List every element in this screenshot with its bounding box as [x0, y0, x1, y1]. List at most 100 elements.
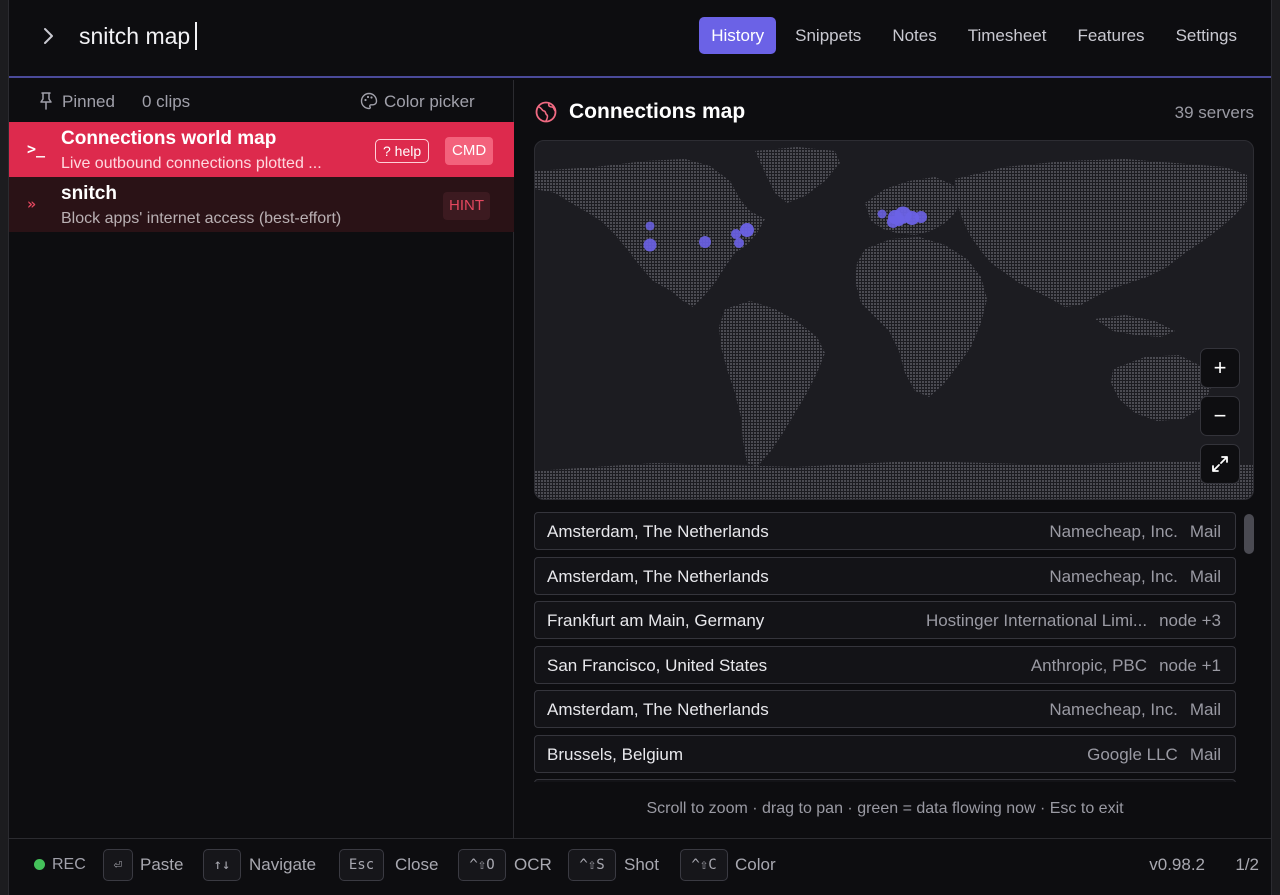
- connection-meta: Anthropic, PBC node +1: [1031, 656, 1221, 676]
- page-indicator: 1/2: [1235, 855, 1259, 874]
- recording-indicator-icon: [34, 859, 45, 870]
- color-picker-button[interactable]: Color picker: [384, 92, 475, 112]
- results-header: Pinned 0 clips Color picker: [9, 80, 513, 122]
- result-subtitle: Live outbound connections plotted ...: [61, 155, 322, 172]
- color-key: ^⇧C: [680, 849, 728, 881]
- connection-row[interactable]: Amsterdam, The Netherlands Namecheap, In…: [534, 512, 1236, 550]
- connection-row[interactable]: Brussels, Belgium Google LLC Mail: [534, 735, 1236, 773]
- connection-location: Amsterdam, The Netherlands: [547, 522, 769, 541]
- continents: [535, 147, 1253, 499]
- expand-icon: [1212, 456, 1228, 472]
- world-map[interactable]: + −: [534, 140, 1254, 500]
- launcher-window: History Snippets Notes Timesheet Feature…: [8, 0, 1272, 895]
- connection-row[interactable]: San Francisco, United States Anthropic, …: [534, 646, 1236, 684]
- connection-app: Mail: [1189, 700, 1221, 719]
- continent-australia: [1111, 355, 1211, 421]
- zoom-out-button[interactable]: −: [1200, 396, 1240, 436]
- connections-list[interactable]: Amsterdam, The Netherlands Namecheap, In…: [534, 512, 1238, 782]
- background-strip-left: [0, 0, 8, 895]
- continent-greenland: [755, 147, 840, 203]
- point-vienna: [915, 211, 927, 223]
- connection-row[interactable]: Frankfurt am Main, Germany Hostinger Int…: [534, 601, 1236, 639]
- connection-meta: Hostinger International Limi... node +3: [926, 611, 1221, 631]
- point-chicago: [699, 236, 711, 248]
- continent-indonesia: [1095, 315, 1175, 337]
- version-label: v0.98.2: [1149, 855, 1205, 874]
- connection-location: Amsterdam, The Netherlands: [547, 567, 769, 586]
- tab-settings[interactable]: Settings: [1164, 17, 1249, 54]
- globe-icon: [535, 101, 557, 123]
- connection-location: Brussels, Belgium: [547, 745, 684, 764]
- help-button[interactable]: ? help: [375, 139, 430, 163]
- ocr-shortcut[interactable]: OCR: [514, 855, 552, 875]
- connection-org: Namecheap, Inc.: [1049, 700, 1178, 719]
- map-title: Connections map: [569, 100, 746, 123]
- result-item-connections-world-map[interactable]: >_ Connections world map Live outbound c…: [9, 122, 514, 177]
- palette-icon: [360, 92, 378, 110]
- connection-meta: Google LLC Mail: [1087, 745, 1221, 765]
- continent-south-america: [719, 301, 825, 467]
- close-shortcut[interactable]: Close: [395, 855, 438, 875]
- connection-row[interactable]: [534, 779, 1236, 782]
- connection-app: node +3: [1159, 611, 1221, 630]
- tab-timesheet[interactable]: Timesheet: [956, 17, 1059, 54]
- top-bar: History Snippets Notes Timesheet Feature…: [9, 0, 1271, 78]
- connection-org: Namecheap, Inc.: [1049, 522, 1178, 541]
- ocr-key: ^⇧O: [458, 849, 506, 881]
- list-scrollbar[interactable]: [1244, 514, 1254, 554]
- connection-app: Mail: [1189, 522, 1221, 541]
- results-panel: Pinned 0 clips Color picker >_ Connectio…: [9, 80, 514, 838]
- connection-org: Google LLC: [1087, 745, 1178, 764]
- terminal-icon: >_: [27, 140, 46, 158]
- connection-location: San Francisco, United States: [547, 656, 768, 675]
- rec-label: REC: [52, 856, 86, 873]
- bottom-bar: REC ⏎ Paste ↑↓ Navigate Esc Close ^⇧O OC…: [9, 838, 1271, 895]
- fullscreen-button[interactable]: [1200, 444, 1240, 484]
- background-strip-right: [1272, 0, 1280, 895]
- result-title: snitch: [61, 183, 117, 204]
- connection-meta: Namecheap, Inc. Mail: [1049, 700, 1221, 720]
- point-washington: [731, 229, 741, 239]
- paste-shortcut[interactable]: Paste: [140, 855, 183, 875]
- tab-history[interactable]: History: [699, 17, 777, 54]
- hint-badge: HINT: [443, 192, 490, 220]
- enter-key: ⏎: [103, 849, 133, 881]
- connection-location: Frankfurt am Main, Germany: [547, 611, 765, 630]
- tab-snippets[interactable]: Snippets: [783, 17, 873, 54]
- point-new-york: [740, 223, 754, 237]
- result-item-snitch[interactable]: » snitch Block apps' internet access (be…: [9, 177, 514, 232]
- shot-shortcut[interactable]: Shot: [624, 855, 659, 875]
- cmd-badge: CMD: [445, 137, 494, 165]
- point-atlanta: [734, 238, 744, 248]
- pinned-filter[interactable]: Pinned: [62, 92, 115, 112]
- world-map-canvas: [535, 147, 1253, 499]
- tab-features[interactable]: Features: [1065, 17, 1156, 54]
- map-panel: Connections map 39 servers + − Amsterdam…: [515, 80, 1271, 838]
- continent-antarctica: [535, 461, 1253, 499]
- connection-meta: Namecheap, Inc. Mail: [1049, 522, 1221, 542]
- search-input[interactable]: [79, 18, 579, 54]
- navigate-shortcut[interactable]: Navigate: [249, 855, 316, 875]
- tab-bar: History Snippets Notes Timesheet Feature…: [692, 17, 1249, 54]
- continent-africa: [855, 237, 987, 397]
- connection-row[interactable]: Amsterdam, The Netherlands Namecheap, In…: [534, 690, 1236, 728]
- point-san-francisco: [643, 238, 657, 252]
- point-paris: [887, 216, 899, 228]
- connection-row[interactable]: Amsterdam, The Netherlands Namecheap, In…: [534, 557, 1236, 595]
- color-shortcut[interactable]: Color: [735, 855, 776, 875]
- esc-key: Esc: [339, 849, 384, 881]
- tab-notes[interactable]: Notes: [880, 17, 948, 54]
- connection-app: Mail: [1189, 745, 1221, 764]
- connection-org: Namecheap, Inc.: [1049, 567, 1178, 586]
- connection-app: node +1: [1159, 656, 1221, 675]
- connection-meta: Namecheap, Inc. Mail: [1049, 567, 1221, 587]
- pin-icon: [40, 92, 52, 110]
- shot-key: ^⇧S: [568, 849, 616, 881]
- point-dublin: [877, 209, 887, 219]
- continent-asia: [955, 159, 1247, 307]
- result-title: Connections world map: [61, 128, 277, 149]
- server-count: 39 servers: [1174, 103, 1254, 122]
- result-subtitle: Block apps' internet access (best-effort…: [61, 210, 342, 227]
- connection-app: Mail: [1189, 567, 1221, 586]
- zoom-in-button[interactable]: +: [1200, 348, 1240, 388]
